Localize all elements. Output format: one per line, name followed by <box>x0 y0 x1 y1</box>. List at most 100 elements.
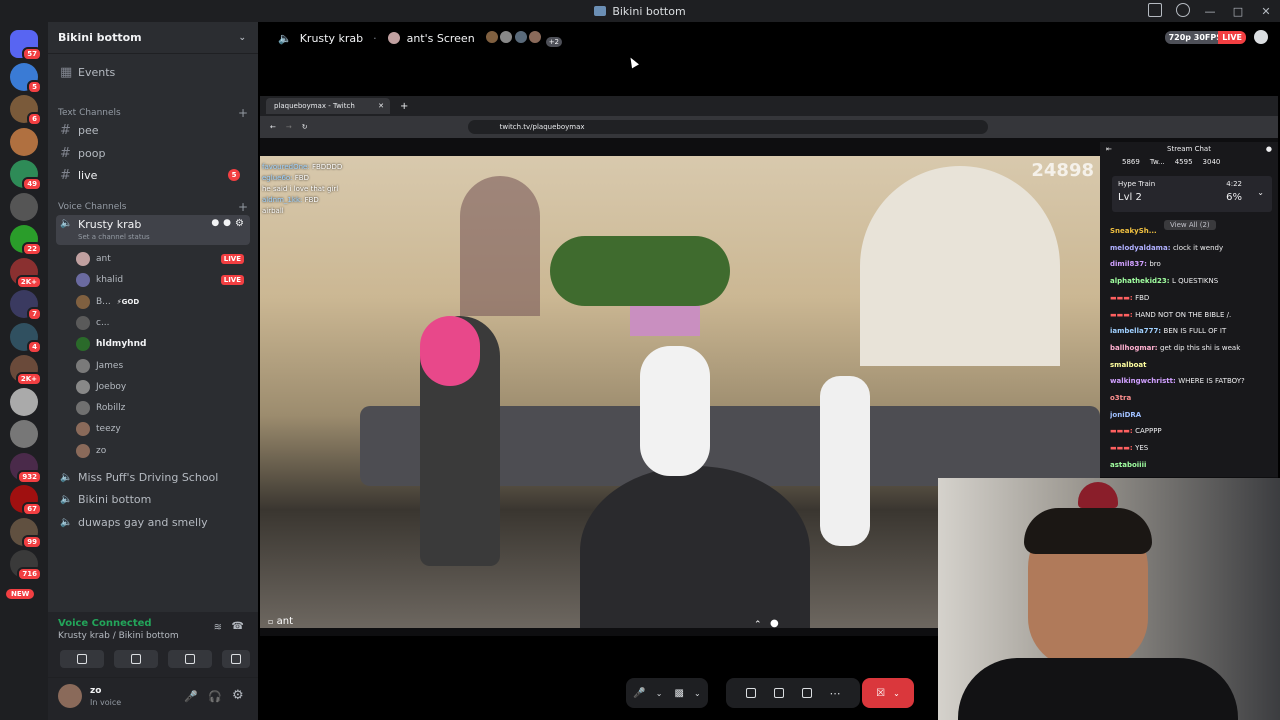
chat-user[interactable]: ▬▬▬: <box>1110 294 1135 302</box>
chat-user[interactable]: walkingwchristt: <box>1110 377 1178 385</box>
server-icon[interactable]: 67 <box>10 485 42 516</box>
voice-channel-duwaps[interactable]: 🔈 duwaps gay and smelly <box>56 512 250 532</box>
chevron-down-icon[interactable]: ⌄ <box>656 689 663 698</box>
chevron-down-icon[interactable]: ⌄ <box>893 689 900 698</box>
chat-user[interactable]: astaboiiii <box>1110 461 1146 469</box>
guild-header[interactable]: Bikini bottom ⌄ <box>48 22 258 54</box>
voice-channel-miss-puffs[interactable]: 🔈 Miss Puff's Driving School <box>56 467 250 487</box>
chevron-up-icon[interactable]: ⌃ <box>754 620 762 630</box>
channel-live[interactable]: # live 5 <box>56 165 250 185</box>
forward-icon[interactable]: → <box>286 123 292 131</box>
chat-user[interactable]: ▬▬▬: <box>1110 444 1135 452</box>
users-icon[interactable]: ● <box>1266 145 1272 153</box>
chat-icon[interactable]: ● <box>211 218 219 228</box>
voice-user[interactable]: zo <box>76 441 250 461</box>
events-item[interactable]: ▦ Events <box>56 62 250 82</box>
server-icon[interactable] <box>10 192 38 221</box>
new-tab-icon[interactable]: + <box>400 101 408 112</box>
server-icon[interactable]: 2K+ <box>10 257 42 289</box>
close-icon[interactable]: ✕ <box>378 102 384 110</box>
gear-icon[interactable]: ⚙ <box>235 218 244 229</box>
server-icon[interactable]: 57 <box>10 30 42 61</box>
leave-call-button[interactable]: ☒ ⌄ <box>862 678 914 708</box>
browser-tab[interactable]: plaqueboymax - Twitch ✕ <box>266 98 390 114</box>
server-icon[interactable] <box>10 420 38 448</box>
screen-share-icon[interactable] <box>745 688 756 698</box>
back-icon[interactable]: ← <box>270 123 276 131</box>
participants-icon[interactable]: ● <box>770 618 779 629</box>
chat-user[interactable]: joniDRA <box>1110 411 1141 419</box>
voice-user[interactable]: hldmyhnd <box>76 334 250 354</box>
voice-user[interactable]: teezy <box>76 419 250 439</box>
camera-off-icon[interactable]: ▩ <box>675 688 684 699</box>
avatar[interactable] <box>58 684 82 708</box>
chat-user[interactable]: ▬▬▬: <box>1110 427 1135 435</box>
server-icon[interactable]: 5 <box>10 62 42 94</box>
collapse-icon[interactable]: ⇤ <box>1106 145 1112 153</box>
invite-icon[interactable]: ● <box>223 218 231 228</box>
chat-user[interactable]: o3tra <box>1110 394 1131 402</box>
add-channel-icon[interactable]: + <box>238 106 248 120</box>
server-icon[interactable]: 4 <box>10 322 42 354</box>
inbox-icon[interactable] <box>1148 3 1162 17</box>
activity-button[interactable] <box>168 650 212 668</box>
disconnect-icon[interactable]: ☎ <box>232 621 244 632</box>
microphone-icon[interactable]: 🎤 <box>633 688 645 699</box>
voice-channels-category[interactable]: Voice Channels + <box>58 200 248 214</box>
viewer-avatars[interactable]: +2 <box>484 29 563 47</box>
hype-train[interactable]: Hype Train Lvl 2 4:22 6% ⌄ <box>1112 176 1272 212</box>
server-icon[interactable]: 932 <box>10 452 42 484</box>
webcam-feed[interactable] <box>938 478 1280 720</box>
chat-user[interactable]: ballhogmar: <box>1110 344 1160 352</box>
soundboard-button[interactable] <box>222 650 250 668</box>
server-icon[interactable]: 7 <box>10 290 42 321</box>
chat-user[interactable]: iambella777: <box>1110 327 1164 335</box>
voice-user[interactable]: khalid LIVE <box>76 270 250 290</box>
voice-channel-bikini-bottom[interactable]: 🔈 Bikini bottom <box>56 489 250 509</box>
voice-user[interactable]: Robillz <box>76 398 250 418</box>
chat-user[interactable]: SneakySh... <box>1110 227 1157 235</box>
gear-icon[interactable]: ⚙ <box>232 688 244 703</box>
server-icon[interactable]: 6 <box>10 95 42 126</box>
more-icon[interactable]: ⋯ <box>830 687 841 700</box>
chat-icon[interactable] <box>1254 30 1268 44</box>
share-screen-button[interactable] <box>114 650 158 668</box>
help-icon[interactable] <box>1176 3 1190 17</box>
voice-user[interactable]: Joeboy <box>76 377 250 397</box>
channel-poop[interactable]: # poop <box>56 143 250 163</box>
add-channel-icon[interactable]: + <box>238 200 248 214</box>
voice-channel-krusty-krab[interactable]: 🔈 Krusty krab Set a channel status ● ● ⚙ <box>56 215 250 245</box>
channel-pee[interactable]: # pee <box>56 120 250 140</box>
microphone-icon[interactable]: 🎤 <box>184 690 198 703</box>
chat-user[interactable]: ▬▬▬: <box>1110 311 1135 319</box>
chat-user[interactable]: smalboat <box>1110 361 1146 369</box>
gamepad-icon[interactable] <box>773 688 784 698</box>
voice-location[interactable]: Krusty krab / Bikini bottom <box>58 631 179 641</box>
camera-off-button[interactable] <box>60 650 104 668</box>
minimize-button[interactable]: — <box>1196 5 1224 18</box>
voice-user[interactable]: c... <box>76 313 250 333</box>
reload-icon[interactable]: ↻ <box>302 123 308 131</box>
chevron-down-icon[interactable]: ⌄ <box>694 689 701 698</box>
server-icon[interactable] <box>10 127 38 156</box>
soundboard-icon[interactable] <box>801 688 812 698</box>
server-icon[interactable]: 716 <box>10 550 42 581</box>
chat-user[interactable]: alphathekid23: <box>1110 277 1172 285</box>
server-icon[interactable] <box>10 387 38 416</box>
voice-user[interactable]: ant LIVE <box>76 249 250 269</box>
server-icon[interactable]: 2K+ <box>10 355 42 386</box>
voice-user[interactable]: B... ⚡GOD <box>76 292 250 312</box>
close-button[interactable]: ✕ <box>1252 5 1280 18</box>
chat-user[interactable]: dimil837: <box>1110 260 1149 268</box>
server-icon[interactable]: 99 <box>10 517 42 549</box>
server-icon[interactable]: 49 <box>10 160 42 191</box>
chat-user[interactable]: melodyaldama: <box>1110 244 1173 252</box>
address-bar[interactable]: twitch.tv/plaqueboymax <box>467 120 988 134</box>
server-icon[interactable]: 22 <box>10 225 42 256</box>
noise-suppression-icon[interactable]: ≋ <box>214 622 222 633</box>
voice-user[interactable]: James <box>76 356 250 376</box>
text-channels-category[interactable]: Text Channels + <box>58 106 248 120</box>
maximize-button[interactable]: □ <box>1224 5 1252 18</box>
headphones-icon[interactable]: 🎧 <box>208 690 222 703</box>
chevron-down-icon[interactable]: ⌄ <box>1257 188 1264 197</box>
